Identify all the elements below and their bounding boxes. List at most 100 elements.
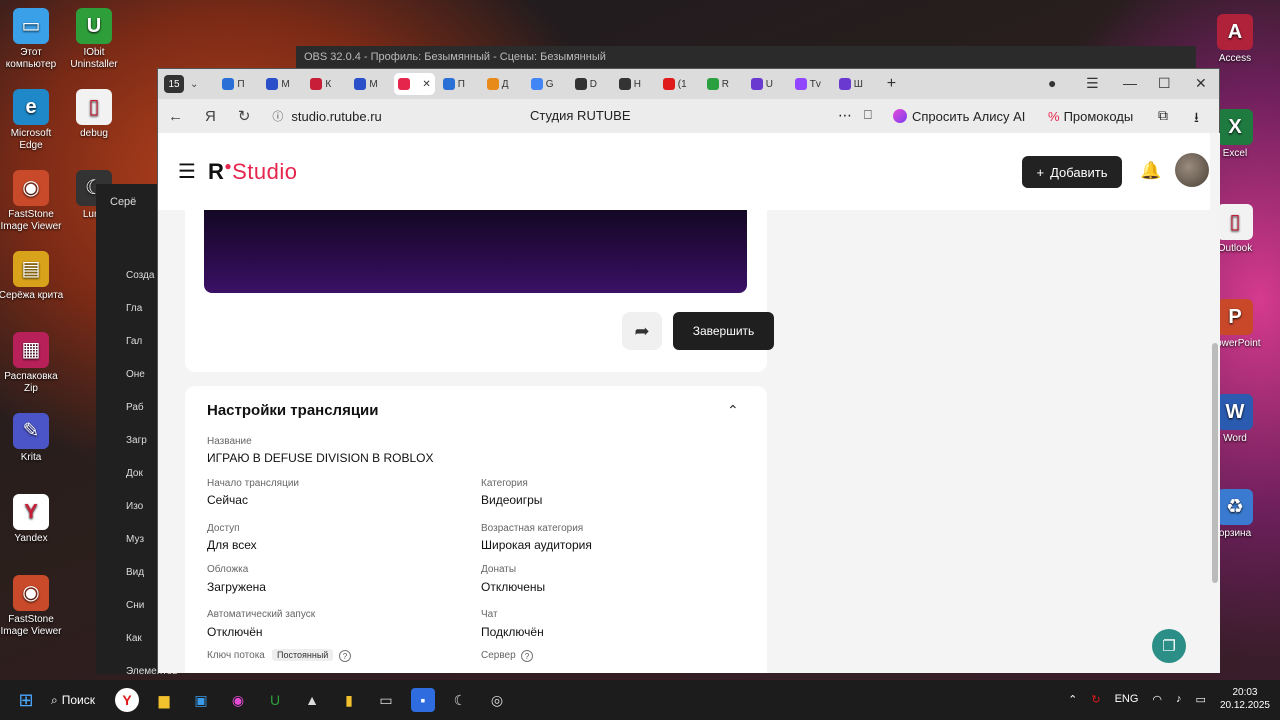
minimize-button[interactable]: — bbox=[1123, 75, 1137, 91]
page-scrollbar[interactable] bbox=[1210, 133, 1220, 673]
maximize-button[interactable]: ☐ bbox=[1158, 75, 1171, 92]
browser-tab[interactable]: П bbox=[439, 73, 479, 95]
wifi-icon[interactable]: ◠ bbox=[1152, 693, 1162, 706]
new-tab-button[interactable]: + bbox=[887, 75, 896, 93]
site-info-icon[interactable]: ⓘ bbox=[272, 108, 283, 124]
stream-key-help-icon[interactable]: ? bbox=[339, 650, 351, 662]
tray-app-icon[interactable]: ↻ bbox=[1091, 693, 1100, 706]
browser-tab[interactable]: Д bbox=[483, 73, 523, 95]
server-help-icon[interactable]: ? bbox=[521, 650, 533, 662]
desktop-icon[interactable]: ▦ Распаковка Zip bbox=[0, 332, 64, 395]
explorer-nav-item[interactable]: Гла bbox=[126, 303, 142, 314]
browser-tab[interactable]: D bbox=[571, 73, 611, 95]
yandex-browser-taskbar-icon[interactable]: Y bbox=[115, 688, 139, 712]
explorer-nav-item[interactable]: Вид bbox=[126, 567, 144, 578]
obs-taskbar-icon[interactable]: ◎ bbox=[485, 688, 509, 712]
rutube-studio-logo[interactable]: R●Studio bbox=[208, 159, 298, 185]
browser-tab[interactable]: Н bbox=[615, 73, 655, 95]
browser-tab[interactable]: К bbox=[306, 73, 346, 95]
store-taskbar-icon[interactable]: ▣ bbox=[189, 688, 213, 712]
close-tab-icon[interactable]: ✕ bbox=[422, 79, 430, 90]
start-windows-icon[interactable]: ⊞ bbox=[14, 688, 38, 712]
tab-list-chevron-icon[interactable]: ⌄ bbox=[190, 79, 198, 90]
bookmark-icon[interactable]: ⎕ bbox=[864, 107, 872, 123]
roblox-studio-taskbar-icon[interactable]: ▪ bbox=[411, 688, 435, 712]
browser-tab[interactable]: М bbox=[350, 73, 390, 95]
browser-tab[interactable]: G bbox=[527, 73, 567, 95]
file-explorer-taskbar-icon[interactable]: ▆ bbox=[152, 688, 176, 712]
browser-tab[interactable]: Ш bbox=[835, 73, 875, 95]
obs-title: OBS 32.0.4 - Профиль: Безымянный - Сцены… bbox=[304, 51, 606, 63]
tab-active[interactable]: ✕ bbox=[394, 73, 435, 95]
browser-tab[interactable]: U bbox=[747, 73, 787, 95]
user-avatar[interactable] bbox=[1175, 153, 1209, 187]
desktop-icon[interactable]: A Access bbox=[1202, 14, 1268, 65]
notes-taskbar-icon[interactable]: ▮ bbox=[337, 688, 361, 712]
ask-alice-button[interactable]: Спросить Алису AI bbox=[893, 105, 1025, 127]
app-taskbar-icon[interactable]: ◉ bbox=[226, 688, 250, 712]
profile-icon[interactable]: ● bbox=[1048, 75, 1056, 91]
browser-tab[interactable]: R bbox=[703, 73, 743, 95]
taskbar-search[interactable]: ⌕ Поиск bbox=[51, 693, 95, 708]
desktop-icon[interactable]: ◉ FastStone Image Viewer bbox=[0, 575, 64, 638]
volume-icon[interactable]: ♪ bbox=[1176, 693, 1182, 705]
desktop-icon[interactable]: ▯ debug bbox=[61, 89, 127, 140]
browser-tab[interactable]: Tv bbox=[791, 73, 831, 95]
more-icon[interactable]: ⋯ bbox=[838, 107, 852, 124]
terminal-taskbar-icon[interactable]: ▭ bbox=[374, 688, 398, 712]
desktop-icon[interactable]: U IObit Uninstaller bbox=[61, 8, 127, 71]
clock[interactable]: 20:03 20.12.2025 bbox=[1220, 686, 1270, 712]
app-icon: Y bbox=[13, 494, 49, 530]
file-explorer-window[interactable]: Серё Созда Гла Гал Оне Раб Загр Док Изо Муз Вид Сн… bbox=[96, 184, 178, 677]
desktop-icon[interactable]: Y Yandex bbox=[0, 494, 64, 545]
language-indicator[interactable]: ENG bbox=[1115, 693, 1139, 705]
browser-tab[interactable]: (1 bbox=[659, 73, 699, 95]
donations-label: Донаты bbox=[481, 564, 517, 575]
collapse-chevron-icon[interactable]: ⌃ bbox=[727, 402, 739, 419]
notifications-bell-icon[interactable]: 🔔 bbox=[1140, 161, 1161, 181]
yandex-icon[interactable]: Я bbox=[205, 108, 216, 125]
add-button[interactable]: + Добавить bbox=[1022, 156, 1122, 188]
luna-taskbar-icon[interactable]: ☾ bbox=[448, 688, 472, 712]
menu-icon[interactable]: ☰ bbox=[1086, 75, 1099, 92]
promo-button[interactable]: % Промокоды bbox=[1048, 105, 1133, 127]
start-value: Сейчас bbox=[207, 493, 248, 507]
inkscape-taskbar-icon[interactable]: ▲ bbox=[300, 688, 324, 712]
explorer-nav-item[interactable]: Раб bbox=[126, 402, 144, 413]
explorer-nav-item[interactable]: Созда bbox=[126, 270, 154, 281]
share-button[interactable]: ➦ bbox=[622, 312, 662, 350]
back-icon[interactable]: ← bbox=[168, 108, 183, 125]
browser-tab[interactable]: П bbox=[218, 73, 258, 95]
desktop-icon[interactable]: ◉ FastStone Image Viewer bbox=[0, 170, 64, 233]
desktop-icon[interactable]: ✎ Krita bbox=[0, 413, 64, 464]
chat-value: Подключён bbox=[481, 625, 544, 639]
explorer-nav-item[interactable]: Сни bbox=[126, 600, 144, 611]
desktop-icon[interactable]: ▭ Этот компьютер bbox=[0, 8, 64, 71]
explorer-nav-item[interactable]: Муз bbox=[126, 534, 144, 545]
tray-chevron-icon[interactable]: ⌃ bbox=[1068, 693, 1077, 706]
video-preview[interactable] bbox=[204, 210, 747, 293]
autostart-value: Отключён bbox=[207, 625, 263, 639]
browser-tab[interactable]: М bbox=[262, 73, 302, 95]
explorer-nav-item[interactable]: Изо bbox=[126, 501, 143, 512]
explorer-nav-item[interactable]: Загр bbox=[126, 435, 147, 446]
obs-window-titlebar[interactable]: OBS 32.0.4 - Профиль: Безымянный - Сцены… bbox=[296, 46, 1196, 68]
tab-counter[interactable]: 15 bbox=[164, 75, 184, 93]
url-field[interactable]: studio.rutube.ru bbox=[291, 109, 381, 124]
battery-icon[interactable]: ▭ bbox=[1196, 693, 1206, 706]
explorer-nav-item[interactable]: Гал bbox=[126, 336, 142, 347]
desktop-icon[interactable]: e Microsoft Edge bbox=[0, 89, 64, 152]
explorer-nav-item[interactable]: Как bbox=[126, 633, 142, 644]
scrollbar-thumb[interactable] bbox=[1212, 343, 1218, 583]
iobit-taskbar-icon[interactable]: U bbox=[263, 688, 287, 712]
finish-stream-button[interactable]: Завершить bbox=[673, 312, 774, 350]
reload-icon[interactable]: ↻ bbox=[238, 107, 251, 125]
explorer-nav-item[interactable]: Оне bbox=[126, 369, 145, 380]
desktop-icon[interactable]: ▤ Серёжа крита bbox=[0, 251, 64, 302]
support-chat-button[interactable]: ❐ bbox=[1152, 629, 1186, 663]
download-icon[interactable]: ⭳ bbox=[1194, 107, 1199, 131]
explorer-nav-item[interactable]: Док bbox=[126, 468, 143, 479]
extensions-icon[interactable]: ⧉ bbox=[1158, 107, 1168, 124]
hamburger-menu-icon[interactable]: ☰ bbox=[178, 159, 196, 184]
close-window-button[interactable]: ✕ bbox=[1195, 75, 1207, 92]
